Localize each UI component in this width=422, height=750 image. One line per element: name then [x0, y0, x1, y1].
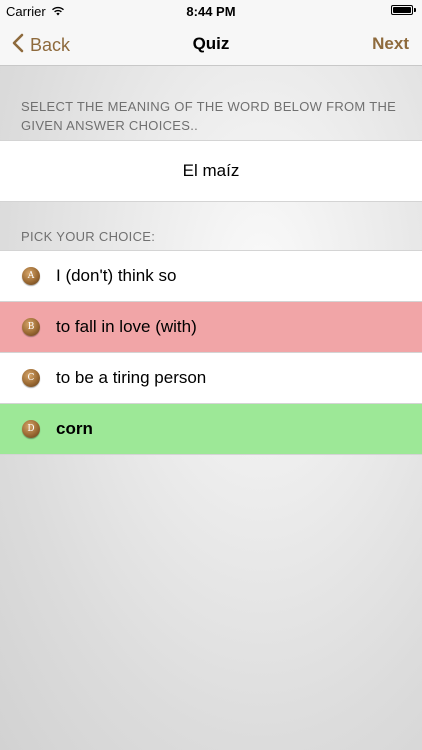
- choice-text: to be a tiring person: [56, 368, 207, 387]
- letter-a-badge-icon: A: [22, 267, 40, 285]
- instruction-text: SELECT THE MEANING OF THE WORD BELOW FRO…: [21, 99, 397, 133]
- choice-c[interactable]: C to be a tiring person: [0, 353, 422, 404]
- quiz-word-row: El maíz: [0, 140, 422, 202]
- choice-d[interactable]: D corn: [0, 404, 422, 455]
- choice-b[interactable]: B to fall in love (with): [0, 302, 422, 353]
- answer-choices: A I (don't) think so B to fall in love (…: [0, 250, 422, 455]
- letter-c-badge-icon: C: [22, 369, 40, 387]
- navigation-bar: Back Quiz Next: [0, 22, 422, 66]
- choice-text: I (don't) think so: [56, 266, 177, 285]
- choice-a[interactable]: A I (don't) think so: [0, 251, 422, 302]
- back-label: Back: [30, 35, 71, 55]
- choice-text: to fall in love (with): [56, 317, 197, 336]
- chevron-left-icon: [12, 33, 24, 58]
- quiz-word: El maíz: [182, 161, 240, 180]
- letter-b-badge-icon: B: [22, 318, 40, 336]
- pick-choice-label: PICK YOUR CHOICE:: [21, 229, 156, 244]
- choice-text: corn: [56, 419, 93, 438]
- status-bar: Carrier 8:44 PM: [0, 0, 422, 22]
- status-time: 8:44 PM: [186, 4, 236, 19]
- back-button[interactable]: Back: [12, 33, 70, 58]
- next-button[interactable]: Next: [372, 34, 409, 54]
- letter-d-badge-icon: D: [22, 420, 40, 438]
- battery-icon: [391, 5, 416, 15]
